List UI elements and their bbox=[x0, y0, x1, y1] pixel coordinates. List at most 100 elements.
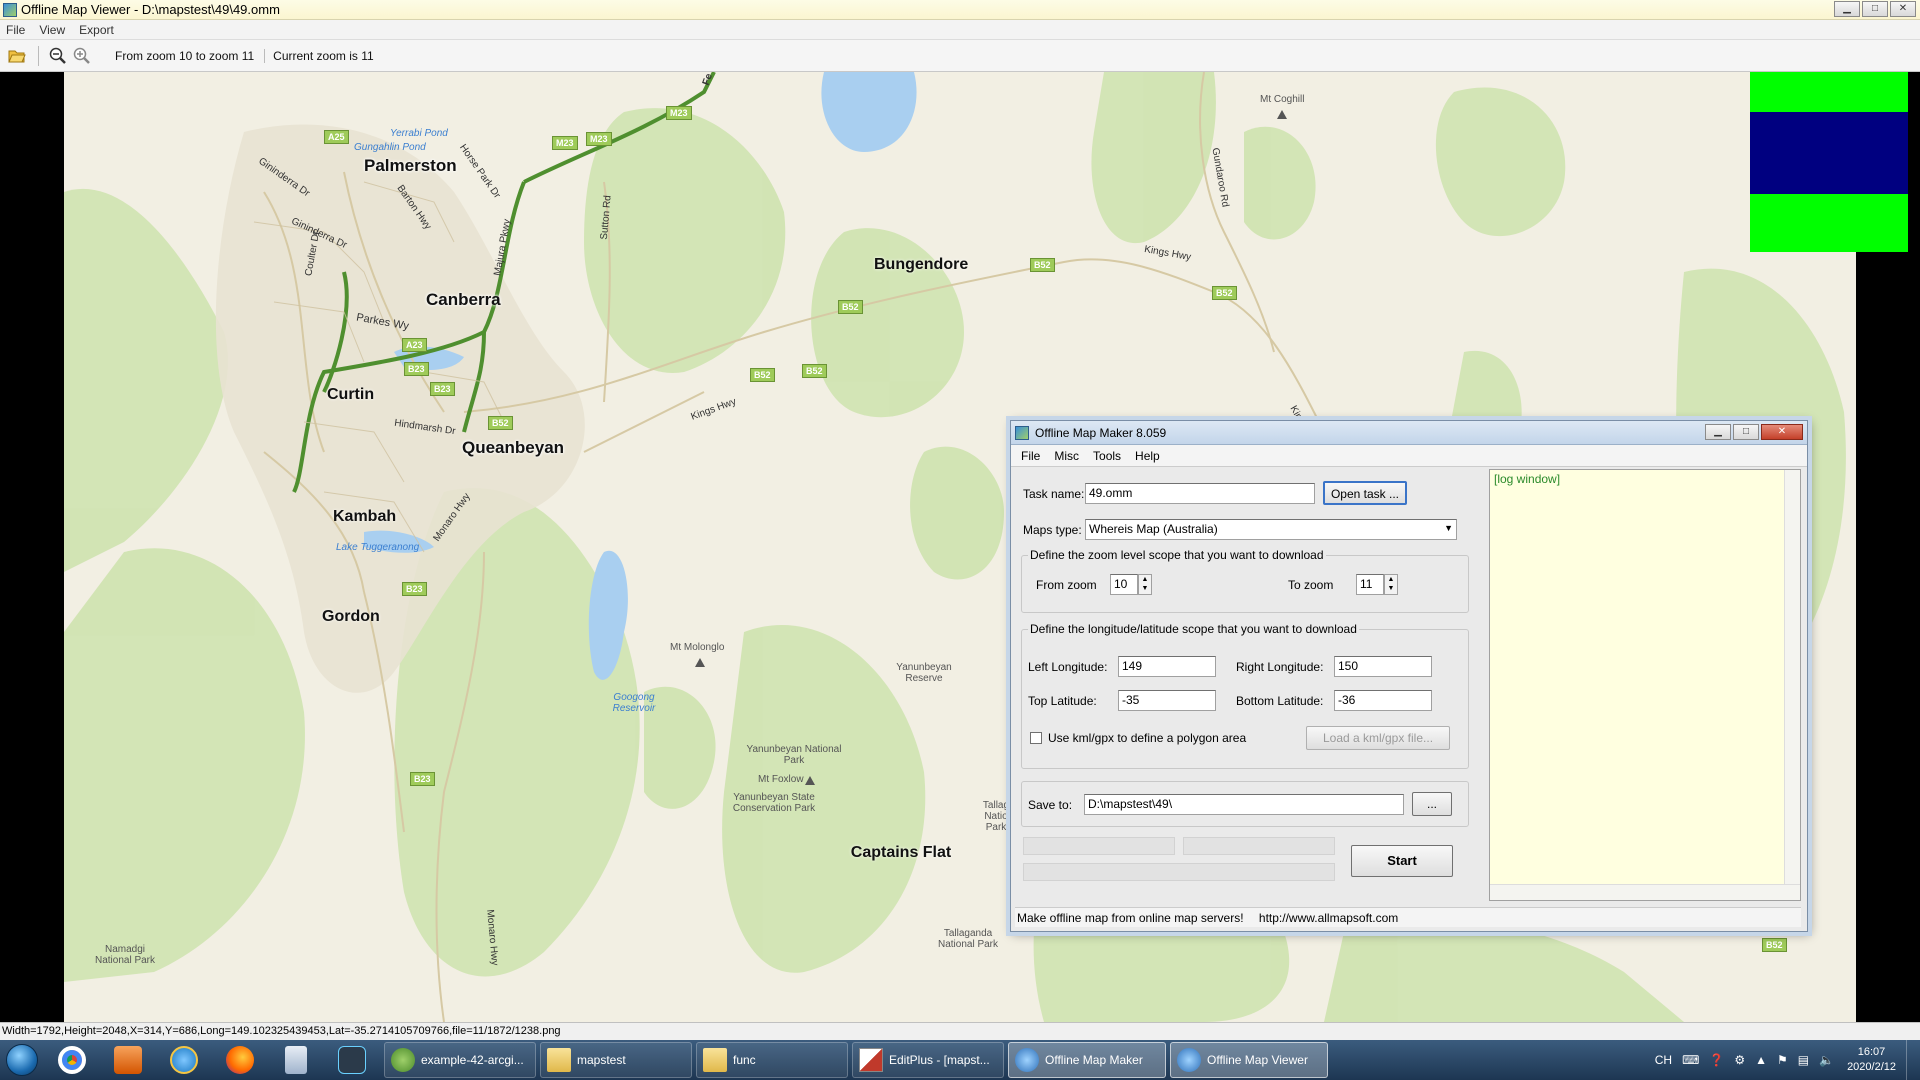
minimize-button[interactable]: ▁ bbox=[1834, 1, 1860, 17]
show-desktop-button[interactable] bbox=[1906, 1040, 1920, 1080]
dialog-titlebar[interactable]: Offline Map Maker 8.059 ▁ □ ✕ bbox=[1011, 421, 1807, 445]
log-vertical-scrollbar[interactable] bbox=[1784, 470, 1800, 886]
dialog-status-bar: Make offline map from online map servers… bbox=[1015, 907, 1801, 927]
dialog-app-icon bbox=[1015, 425, 1029, 440]
right-longitude-label: Right Longitude: bbox=[1236, 660, 1324, 674]
input-language[interactable]: CH bbox=[1655, 1053, 1672, 1067]
menu-view[interactable]: View bbox=[39, 23, 65, 37]
calculator-pin[interactable] bbox=[268, 1041, 324, 1079]
clock[interactable]: 16:07 2020/2/12 bbox=[1847, 1045, 1896, 1075]
dialog-maximize-button[interactable]: □ bbox=[1733, 424, 1759, 440]
city-gordon: Gordon bbox=[322, 608, 380, 625]
task-label: EditPlus - [mapst... bbox=[889, 1053, 990, 1067]
task-offline-map-maker[interactable]: Offline Map Maker bbox=[1008, 1042, 1166, 1078]
maps-type-select[interactable]: Whereis Map (Australia) ▼ bbox=[1085, 519, 1457, 540]
open-task-button[interactable]: Open task ... bbox=[1323, 481, 1407, 505]
status-url[interactable]: http://www.allmapsoft.com bbox=[1259, 911, 1398, 925]
to-zoom-stepper[interactable]: ▲ ▼ bbox=[1384, 574, 1398, 595]
task-name-input[interactable]: 49.omm bbox=[1085, 483, 1315, 504]
save-to-label: Save to: bbox=[1028, 798, 1073, 812]
chrome-pin[interactable] bbox=[44, 1041, 100, 1079]
window-title: Offline Map Viewer - D:\mapstest\49\49.o… bbox=[21, 2, 280, 17]
browse-folder-button[interactable]: ... bbox=[1412, 792, 1452, 816]
flag-icon[interactable]: ⚑ bbox=[1777, 1053, 1788, 1067]
start-button[interactable] bbox=[0, 1040, 44, 1080]
ie-pin[interactable] bbox=[156, 1041, 212, 1079]
bottom-latitude-input[interactable]: -36 bbox=[1334, 690, 1432, 711]
right-longitude-input[interactable]: 150 bbox=[1334, 656, 1432, 677]
city-captains-flat: Captains Flat bbox=[850, 844, 952, 861]
menu-file[interactable]: File bbox=[6, 23, 25, 37]
windows-orb-icon bbox=[6, 1044, 38, 1076]
dialog-close-button[interactable]: ✕ bbox=[1761, 424, 1803, 440]
log-window[interactable]: [log window] bbox=[1489, 469, 1801, 901]
window-titlebar: Offline Map Viewer - D:\mapstest\49\49.o… bbox=[0, 0, 1920, 20]
chevron-down-icon: ▼ bbox=[1444, 523, 1453, 533]
place-yanunbeyan-reserve: Yanunbeyan Reserve bbox=[896, 662, 952, 684]
map-status-bar: Width=1792,Height=2048,X=314,Y=686,Long=… bbox=[0, 1022, 1920, 1040]
task-example-42[interactable]: example-42-arcgi... bbox=[384, 1042, 536, 1078]
zoom-scope-group: Define the zoom level scope that you wan… bbox=[1021, 548, 1469, 613]
from-zoom-input[interactable]: 10 bbox=[1110, 574, 1138, 595]
water-gungahlin-pond: Gungahlin Pond bbox=[354, 142, 426, 153]
offline-map-maker-dialog: Offline Map Maker 8.059 ▁ □ ✕ File Misc … bbox=[1010, 420, 1808, 932]
folder-icon bbox=[547, 1048, 571, 1072]
start-button[interactable]: Start bbox=[1351, 845, 1453, 877]
dialog-menu-help[interactable]: Help bbox=[1135, 449, 1160, 463]
dialog-menu-misc[interactable]: Misc bbox=[1054, 449, 1079, 463]
dialog-menu-tools[interactable]: Tools bbox=[1093, 449, 1121, 463]
shield-b23-4: B23 bbox=[410, 772, 435, 786]
load-kml-button[interactable]: Load a kml/gpx file... bbox=[1306, 726, 1450, 750]
close-button[interactable]: ✕ bbox=[1890, 1, 1916, 17]
media-player-pin[interactable] bbox=[100, 1041, 156, 1079]
task-editplus[interactable]: EditPlus - [mapst... bbox=[852, 1042, 1004, 1078]
kml-checkbox[interactable] bbox=[1030, 732, 1042, 744]
task-mapstest[interactable]: mapstest bbox=[540, 1042, 692, 1078]
maximize-button[interactable]: □ bbox=[1862, 1, 1888, 17]
menu-export[interactable]: Export bbox=[79, 23, 114, 37]
place-mt-molonglo: Mt Molonglo bbox=[670, 642, 725, 653]
system-tray: CH ⌨ ❓ ⚙ ▲ ⚑ ▤ 🔈 16:07 2020/2/12 bbox=[1650, 1040, 1920, 1080]
firefox-pin[interactable] bbox=[212, 1041, 268, 1079]
zoom-out-icon[interactable] bbox=[47, 45, 69, 67]
left-longitude-input[interactable]: 149 bbox=[1118, 656, 1216, 677]
task-label: Offline Map Maker bbox=[1045, 1053, 1143, 1067]
task-offline-map-viewer[interactable]: Offline Map Viewer bbox=[1170, 1042, 1328, 1078]
shield-b52-2: B52 bbox=[750, 368, 775, 382]
dialog-menu-file[interactable]: File bbox=[1021, 449, 1040, 463]
shield-m23-2: M23 bbox=[586, 132, 612, 146]
open-folder-icon[interactable] bbox=[6, 45, 28, 67]
shield-b23-3: B23 bbox=[402, 582, 427, 596]
flag-graphic bbox=[1750, 72, 1908, 252]
help-icon[interactable]: ❓ bbox=[1709, 1053, 1724, 1067]
settings-icon[interactable]: ⚙ bbox=[1734, 1053, 1745, 1067]
map-maker-icon bbox=[1015, 1048, 1039, 1072]
progress-bar-1 bbox=[1023, 837, 1175, 855]
from-zoom-label: From zoom bbox=[1036, 578, 1097, 592]
from-zoom-stepper[interactable]: ▲ ▼ bbox=[1138, 574, 1152, 595]
calculator-icon bbox=[285, 1046, 307, 1074]
keyboard-icon[interactable]: ⌨ bbox=[1682, 1053, 1699, 1067]
toolbar: From zoom 10 to zoom 11 Current zoom is … bbox=[0, 40, 1920, 72]
to-zoom-input[interactable]: 11 bbox=[1356, 574, 1384, 595]
top-latitude-input[interactable]: -35 bbox=[1118, 690, 1216, 711]
chrome-icon bbox=[58, 1046, 86, 1074]
dialog-menubar: File Misc Tools Help bbox=[1011, 445, 1807, 467]
shield-b52-3: B52 bbox=[802, 364, 827, 378]
volume-icon[interactable]: 🔈 bbox=[1819, 1053, 1834, 1067]
task-label: example-42-arcgi... bbox=[421, 1053, 524, 1067]
nox-pin[interactable] bbox=[324, 1041, 380, 1079]
log-horizontal-scrollbar[interactable] bbox=[1490, 884, 1800, 900]
zoom-in-icon[interactable] bbox=[71, 45, 93, 67]
task-func[interactable]: func bbox=[696, 1042, 848, 1078]
progress-bar-2 bbox=[1183, 837, 1335, 855]
firefox-icon bbox=[226, 1046, 254, 1074]
network-icon[interactable]: ▤ bbox=[1798, 1053, 1809, 1067]
left-longitude-label: Left Longitude: bbox=[1028, 660, 1108, 674]
chevron-up-icon[interactable]: ▲ bbox=[1755, 1053, 1767, 1067]
dialog-minimize-button[interactable]: ▁ bbox=[1705, 424, 1731, 440]
save-to-input[interactable]: D:\mapstest\49\ bbox=[1084, 794, 1404, 815]
city-curtin: Curtin bbox=[327, 386, 375, 403]
shield-b23: B23 bbox=[404, 362, 429, 376]
shield-m23: M23 bbox=[552, 136, 578, 150]
